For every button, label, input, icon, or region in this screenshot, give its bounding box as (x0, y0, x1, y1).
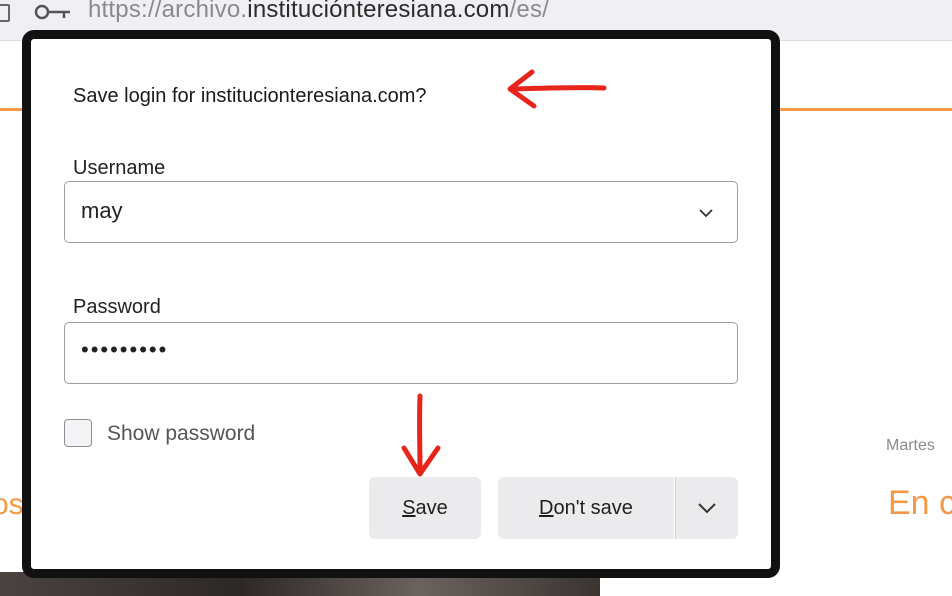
url-prefix: https://archivo. (88, 0, 248, 23)
screenshot-root: https://archivo.instituciónteresiana.com… (0, 0, 952, 596)
show-password-checkbox[interactable] (64, 419, 92, 447)
username-field[interactable]: may (64, 181, 738, 243)
page-date-fragment: Martes (886, 437, 935, 454)
url-host: instituciónteresiana.com (247, 0, 510, 23)
save-label-rest: ave (415, 496, 448, 519)
username-value: may (81, 198, 123, 223)
save-button[interactable]: Save (369, 477, 481, 539)
password-value: ••••••••• (81, 337, 169, 362)
dont-save-menu-button[interactable] (675, 477, 738, 539)
page-left-fragment: os (0, 488, 24, 521)
chevron-down-icon[interactable] (699, 206, 713, 220)
save-login-dialog: Save login for institucionteresiana.com?… (22, 30, 780, 578)
url-suffix: /es/ (509, 0, 550, 23)
dont-save-label-rest: on't save (553, 496, 633, 519)
page-heading-fragment[interactable]: En c (888, 484, 952, 523)
lock-icon[interactable] (0, 4, 10, 22)
username-label: Username (73, 157, 166, 179)
key-icon[interactable] (34, 2, 74, 22)
dont-save-button[interactable]: Don't save (498, 477, 674, 539)
password-field[interactable]: ••••••••• (64, 322, 738, 384)
show-password-label[interactable]: Show password (107, 422, 255, 446)
url-text[interactable]: https://archivo.instituciónteresiana.com… (88, 0, 549, 24)
dont-save-mnemonic: D (539, 496, 554, 519)
dialog-title: Save login for institucionteresiana.com? (73, 85, 427, 107)
chevron-down-icon (698, 503, 716, 514)
save-mnemonic: S (402, 496, 416, 519)
password-label: Password (73, 296, 161, 318)
